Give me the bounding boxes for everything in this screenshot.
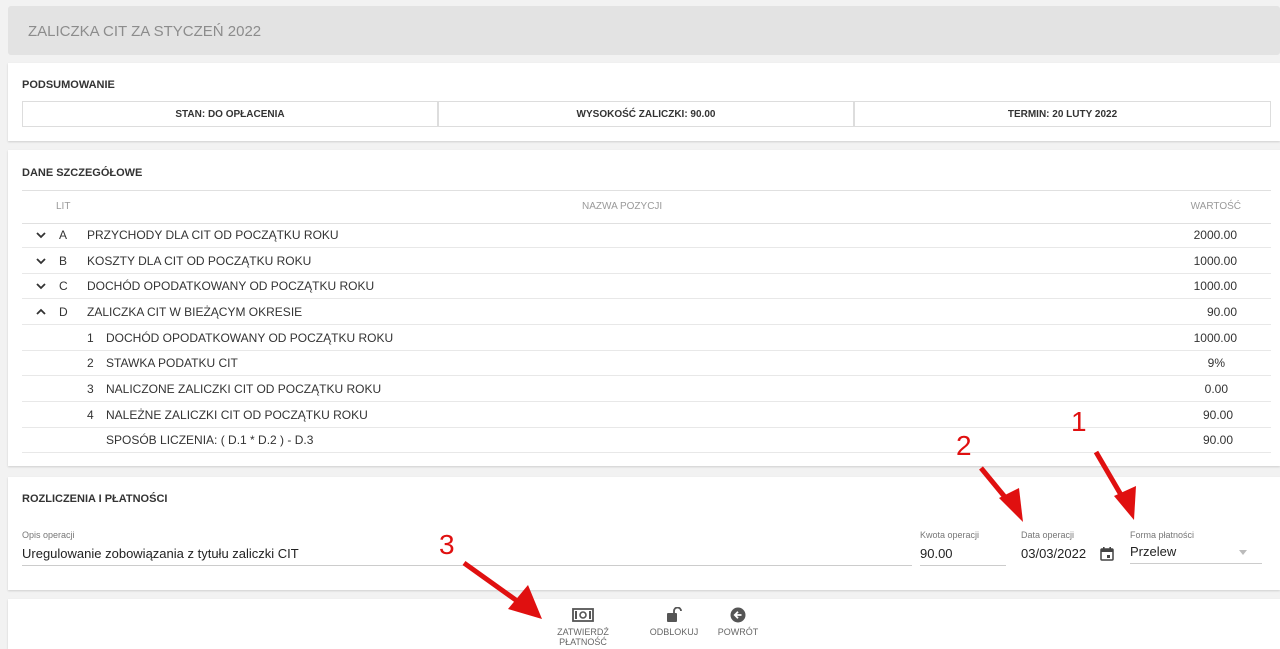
row-name: ZALICZKA CIT W BIEŻĄCYM OKRESIE	[87, 305, 303, 319]
amount-field[interactable]: 90.00	[920, 543, 1006, 566]
subrow-value: 0.00	[1204, 382, 1228, 396]
column-name: NAZWA POZYCJI	[582, 201, 663, 212]
details-title: DANE SZCZEGÓŁOWE	[22, 167, 143, 179]
details-card: DANE SZCZEGÓŁOWE LIT NAZWA POZYCJI WARTO…	[8, 150, 1280, 466]
method-label: Forma płatności	[1130, 530, 1195, 540]
unlock-button[interactable]: ODBLOKUJ	[646, 607, 702, 637]
row-lit: B	[59, 254, 68, 268]
row-name: DOCHÓD OPODATKOWANY OD POCZĄTKU ROKU	[87, 279, 375, 293]
deadline-cell: TERMIN: 20 LUTY 2022	[854, 101, 1271, 127]
annotation-number-2: 2	[956, 430, 972, 461]
annotation-number-3: 3	[439, 529, 455, 560]
row-lit: D	[59, 305, 68, 319]
description-value: Uregulowanie zobowiązania z tytułu zalic…	[22, 546, 299, 561]
annotation-arrow-3	[462, 560, 542, 619]
back-label: POWRÓT	[717, 627, 759, 637]
date-value: 03/03/2022	[1021, 546, 1087, 561]
subrow-number: 3	[87, 382, 94, 396]
back-button[interactable]: POWRÓT	[712, 607, 764, 637]
table-row[interactable]: B KOSZTY DLA CIT OD POCZĄTKU ROKU 1000.0…	[22, 248, 1271, 274]
sub-row: 3 NALICZONE ZALICZKI CIT OD POCZĄTKU ROK…	[22, 376, 1271, 402]
page-title: ZALICZKA CIT ZA STYCZEŃ 2022	[28, 23, 262, 40]
row-name: PRZYCHODY DLA CIT OD POCZĄTKU ROKU	[87, 228, 339, 242]
sub-row: 1 DOCHÓD OPODATKOWANY OD POCZĄTKU ROKU 1…	[22, 325, 1271, 351]
sub-row: 2 STAWKA PODATKU CIT 9%	[22, 350, 1271, 376]
formula-text: SPOSÓB LICZENIA: ( D.1 * D.2 ) - D.3	[106, 433, 314, 447]
status-cell: STAN: DO OPŁACENIA	[22, 101, 438, 127]
subrow-name: NALEŻNE ZALICZKI CIT OD POCZĄTKU ROKU	[106, 408, 368, 422]
column-lit: LIT	[56, 201, 71, 212]
chevron-up-icon[interactable]	[34, 305, 48, 319]
row-value: 1000.00	[1193, 254, 1237, 268]
unlock-label: ODBLOKUJ	[649, 627, 699, 637]
table-row[interactable]: D ZALICZKA CIT W BIEŻĄCYM OKRESIE 90.00	[22, 299, 1271, 325]
description-label: Opis operacji	[22, 530, 75, 540]
table-row[interactable]: A PRZYCHODY DLA CIT OD POCZĄTKU ROKU 200…	[22, 222, 1271, 248]
amount-label: Kwota operacji	[920, 530, 980, 540]
subrow-number: 4	[87, 408, 94, 422]
amount-cell: WYSOKOŚĆ ZALICZKI: 90.00	[438, 101, 854, 127]
calendar-icon[interactable]	[1099, 546, 1115, 562]
subrow-name: DOCHÓD OPODATKOWANY OD POCZĄTKU ROKU	[106, 331, 394, 345]
chevron-down-icon[interactable]	[34, 228, 48, 242]
subrow-value: 9%	[1207, 356, 1225, 370]
row-value: 1000.00	[1193, 279, 1237, 293]
money-icon	[572, 608, 594, 622]
chevron-down-icon[interactable]	[34, 279, 48, 293]
subrow-number: 2	[87, 356, 94, 370]
subrow-value: 1000.00	[1193, 331, 1237, 345]
summary-title: PODSUMOWANIE	[22, 79, 115, 91]
summary-card: PODSUMOWANIE STAN: DO OPŁACENIA WYSOKOŚĆ…	[8, 63, 1280, 141]
chevron-down-icon[interactable]	[34, 254, 48, 268]
formula-value: 90.00	[1202, 433, 1233, 447]
annotation-arrow-2	[979, 466, 1023, 522]
dropdown-arrow-icon[interactable]	[1238, 549, 1248, 557]
annotation-number-1: 1	[1071, 406, 1087, 437]
subrow-name: NALICZONE ZALICZKI CIT OD POCZĄTKU ROKU	[106, 382, 382, 396]
row-value: 2000.00	[1193, 228, 1237, 242]
back-arrow-icon	[730, 607, 746, 623]
date-field[interactable]: 03/03/2022	[1021, 543, 1117, 565]
table-row[interactable]: C DOCHÓD OPODATKOWANY OD POCZĄTKU ROKU 1…	[22, 273, 1271, 299]
annotation-arrow-1	[1093, 450, 1136, 520]
method-value: Przelew	[1130, 544, 1177, 559]
payment-method-select[interactable]: Przelew	[1130, 541, 1262, 564]
amount-value: 90.00	[920, 546, 953, 561]
row-name: KOSZTY DLA CIT OD POCZĄTKU ROKU	[87, 254, 312, 268]
page-header: ZALICZKA CIT ZA STYCZEŃ 2022	[8, 6, 1280, 55]
row-value: 90.00	[1206, 305, 1237, 319]
subrow-value: 90.00	[1202, 408, 1233, 422]
confirm-payment-label: ZATWIERDŹ PŁATNOŚĆ	[557, 627, 609, 647]
row-lit: C	[59, 279, 68, 293]
subrow-name: STAWKA PODATKU CIT	[106, 356, 238, 370]
table-header: LIT NAZWA POZYCJI WARTOŚĆ	[22, 190, 1271, 224]
payments-title: ROZLICZENIA I PŁATNOŚCI	[22, 493, 168, 505]
subrow-number: 1	[87, 331, 94, 345]
toolbar-card: ZATWIERDŹ PŁATNOŚĆ ODBLOKUJ POWRÓT	[8, 599, 1280, 649]
unlock-icon	[667, 607, 682, 622]
row-lit: A	[59, 228, 68, 242]
column-value: WARTOŚĆ	[1190, 201, 1241, 212]
